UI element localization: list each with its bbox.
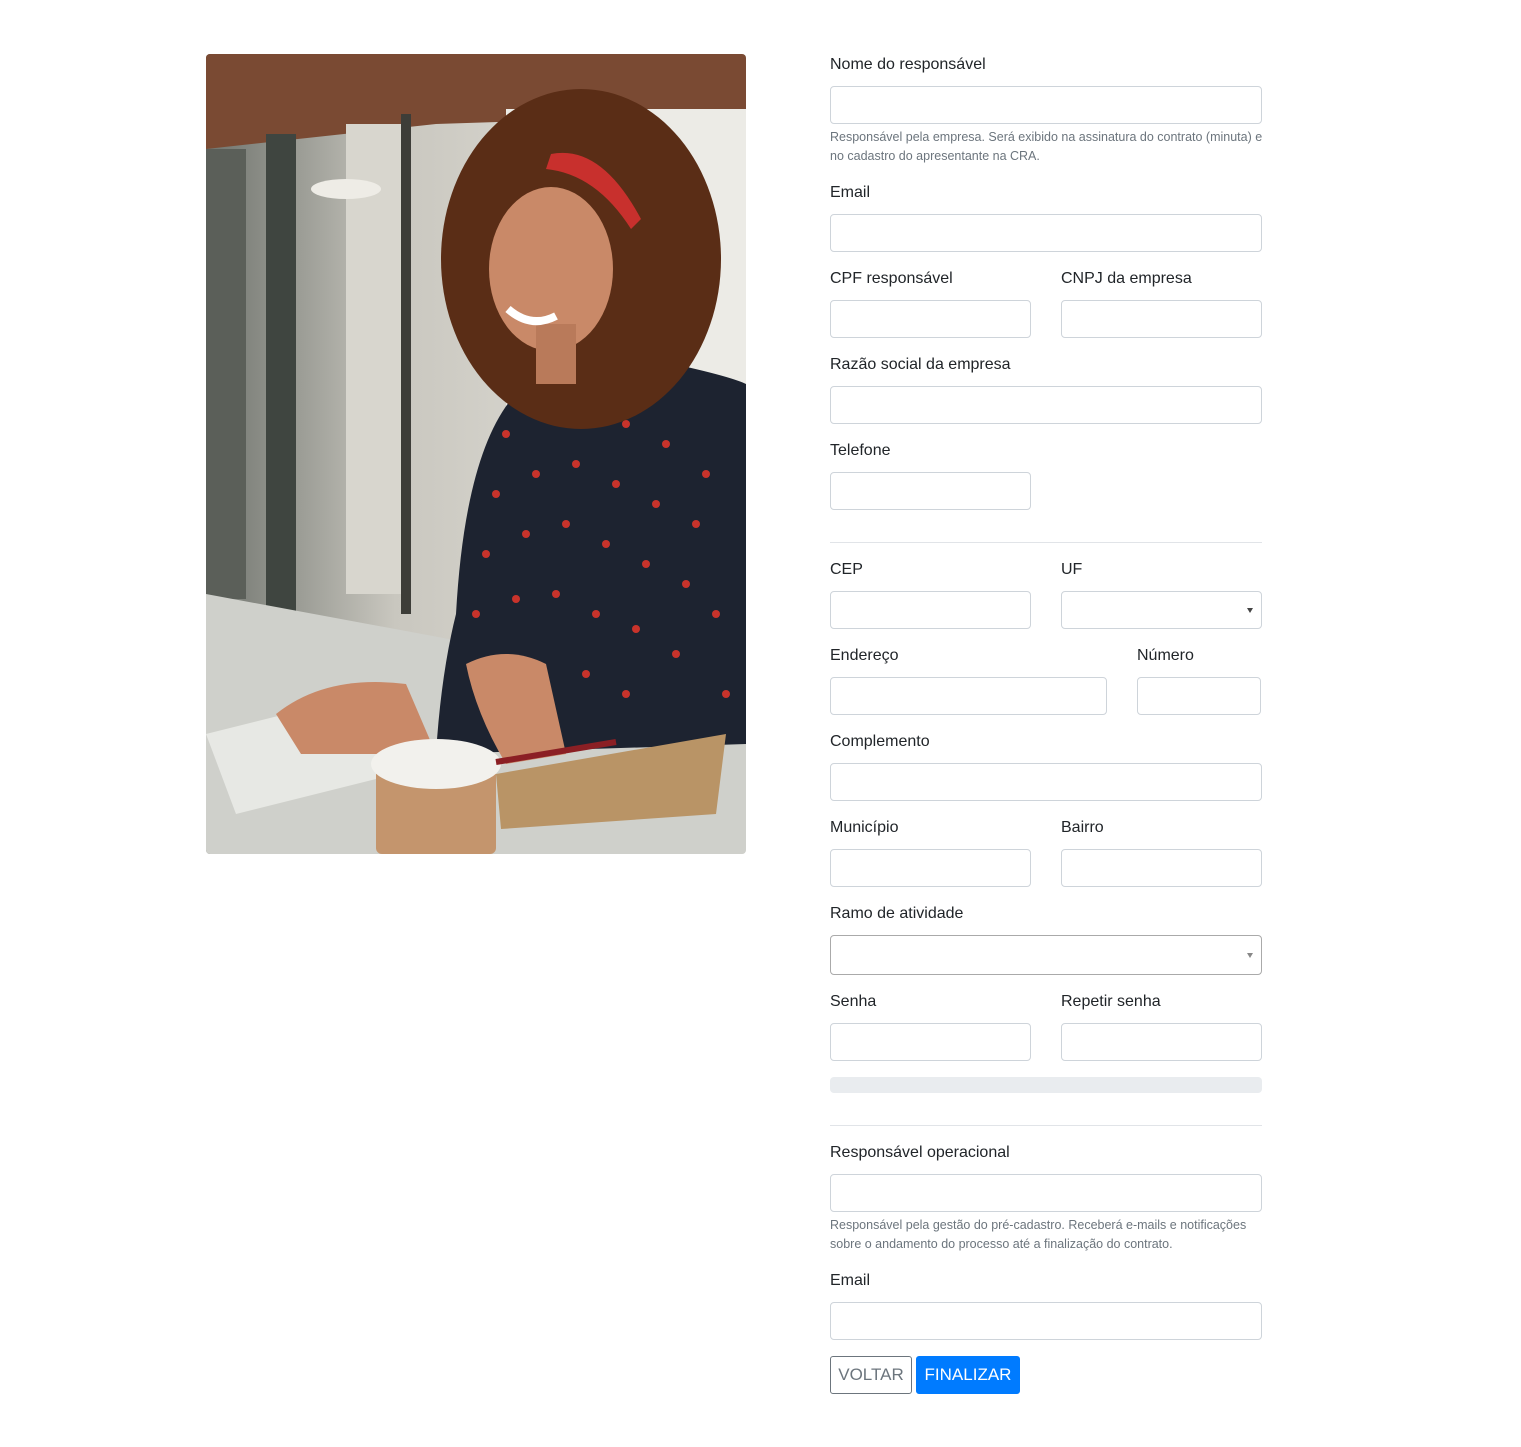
nome-responsavel-input[interactable] bbox=[830, 86, 1262, 124]
email-label: Email bbox=[830, 184, 871, 201]
complemento-input[interactable] bbox=[830, 763, 1262, 801]
responsavel-operacional-input[interactable] bbox=[830, 1174, 1262, 1212]
endereco-label: Endereço bbox=[830, 647, 899, 664]
finish-button[interactable]: FINALIZAR bbox=[916, 1356, 1020, 1394]
complemento-label: Complemento bbox=[830, 733, 930, 750]
razao-social-input[interactable] bbox=[830, 386, 1262, 424]
nome-responsavel-label: Nome do responsável bbox=[830, 56, 986, 73]
cep-label: CEP bbox=[830, 561, 863, 578]
cep-input[interactable] bbox=[830, 591, 1031, 629]
municipio-label: Município bbox=[830, 819, 899, 836]
ramo-atividade-label: Ramo de atividade bbox=[830, 905, 964, 922]
email-input[interactable] bbox=[830, 214, 1262, 252]
woman-at-desk-photo bbox=[206, 54, 746, 854]
ramo-atividade-select[interactable] bbox=[830, 935, 1262, 975]
email-operacional-input[interactable] bbox=[830, 1302, 1262, 1340]
endereco-input[interactable] bbox=[830, 677, 1107, 715]
telefone-label: Telefone bbox=[830, 442, 891, 459]
responsavel-operacional-label: Responsável operacional bbox=[830, 1144, 1010, 1161]
password-strength-meter bbox=[830, 1077, 1262, 1093]
email-operacional-label: Email bbox=[830, 1272, 871, 1289]
razao-social-label: Razão social da empresa bbox=[830, 356, 1011, 373]
cnpj-empresa-label: CNPJ da empresa bbox=[1061, 270, 1192, 287]
repetir-senha-label: Repetir senha bbox=[1061, 993, 1161, 1010]
uf-select[interactable] bbox=[1061, 591, 1262, 629]
section-divider bbox=[830, 1125, 1262, 1126]
municipio-input[interactable] bbox=[830, 849, 1031, 887]
cpf-responsavel-label: CPF responsável bbox=[830, 270, 953, 287]
bairro-input[interactable] bbox=[1061, 849, 1262, 887]
chevron-down-icon bbox=[1247, 608, 1253, 613]
bairro-label: Bairro bbox=[1061, 819, 1104, 836]
cnpj-empresa-input[interactable] bbox=[1061, 300, 1262, 338]
cpf-responsavel-input[interactable] bbox=[830, 300, 1031, 338]
senha-input[interactable] bbox=[830, 1023, 1031, 1061]
chevron-down-icon bbox=[1247, 953, 1253, 958]
responsavel-operacional-help: Responsável pela gestão do pré-cadastro.… bbox=[830, 1218, 1247, 1251]
senha-label: Senha bbox=[830, 993, 877, 1010]
nome-responsavel-help: Responsável pela empresa. Será exibido n… bbox=[830, 130, 1263, 163]
section-divider bbox=[830, 542, 1262, 543]
repetir-senha-input[interactable] bbox=[1061, 1023, 1262, 1061]
numero-input[interactable] bbox=[1137, 677, 1261, 715]
telefone-input[interactable] bbox=[830, 472, 1031, 510]
numero-label: Número bbox=[1137, 647, 1194, 664]
back-button[interactable]: VOLTAR bbox=[830, 1356, 912, 1394]
uf-label: UF bbox=[1061, 561, 1083, 578]
